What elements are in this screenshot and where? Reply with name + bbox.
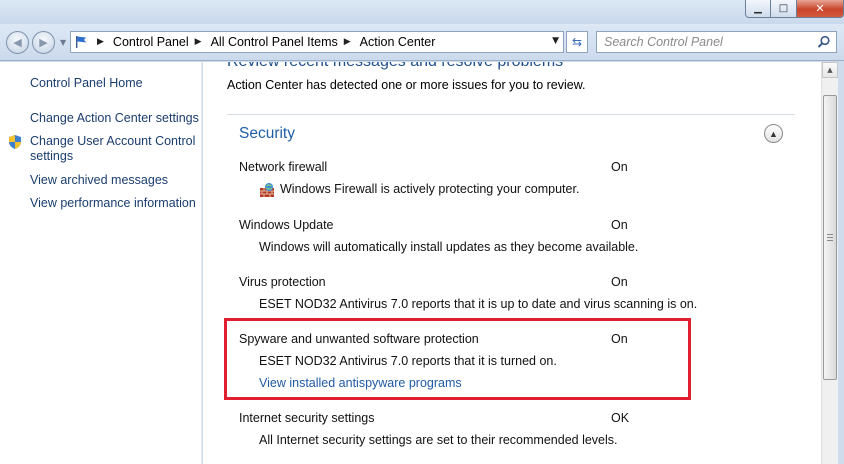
chevron-down-icon: ▼ — [60, 38, 67, 47]
item-windows-update-description: Windows will automatically install updat… — [259, 240, 639, 254]
item-internet-security-name: Internet security settings — [239, 411, 375, 425]
maximize-button[interactable]: □ — [771, 0, 797, 18]
address-bar[interactable]: ▶ Control Panel ▶ All Control Panel Item… — [70, 31, 564, 53]
firewall-icon — [259, 182, 275, 201]
chevron-up-icon: ▲ — [769, 128, 778, 139]
item-virus-protection-status: On — [611, 275, 628, 289]
back-button[interactable]: ◀ — [6, 31, 29, 54]
item-virus-protection-description: ESET NOD32 Antivirus 7.0 reports that it… — [259, 297, 698, 311]
minimize-button[interactable]: ▁ — [745, 0, 771, 18]
page-title: Review recent messages and resolve probl… — [227, 62, 563, 71]
security-section-title[interactable]: Security — [239, 125, 295, 143]
scroll-up-button[interactable]: ▲ — [822, 62, 838, 78]
sidebar: Control Panel Home Change Action Center … — [0, 62, 202, 464]
collapse-section-button[interactable]: ▲ — [764, 124, 783, 143]
scrollbar-thumb[interactable] — [823, 95, 837, 380]
item-windows-update-status: On — [611, 218, 628, 232]
item-windows-update-name: Windows Update — [239, 218, 334, 232]
address-dropdown-icon[interactable]: ▼ — [552, 36, 559, 46]
breadcrumb-separator[interactable]: ▶ — [97, 37, 104, 47]
sidebar-link-control-panel-home[interactable]: Control Panel Home — [30, 76, 143, 91]
item-internet-security-description: All Internet security settings are set t… — [259, 433, 618, 447]
breadcrumb-action-center[interactable]: Action Center — [360, 35, 436, 49]
window-title-bar: ▁ □ ✕ — [0, 0, 844, 24]
sidebar-link-view-archived-messages[interactable]: View archived messages — [30, 173, 168, 188]
breadcrumb-separator[interactable]: ▶ — [195, 37, 202, 47]
breadcrumb-separator[interactable]: ▶ — [344, 37, 351, 47]
sidebar-link-change-action-center-settings[interactable]: Change Action Center settings — [30, 111, 199, 126]
divider — [227, 114, 795, 115]
item-network-firewall-name: Network firewall — [239, 160, 328, 174]
control-panel-flag-icon — [71, 32, 91, 52]
back-arrow-icon: ◀ — [13, 36, 22, 49]
search-icon[interactable] — [817, 35, 831, 52]
breadcrumb-all-items[interactable]: All Control Panel Items — [211, 35, 338, 49]
search-input[interactable] — [604, 35, 804, 49]
main-content: Review recent messages and resolve probl… — [203, 62, 821, 464]
item-virus-protection-name: Virus protection — [239, 275, 326, 289]
breadcrumb-control-panel[interactable]: Control Panel — [113, 35, 189, 49]
refresh-icon: ⇆ — [571, 35, 583, 49]
window-frame — [838, 62, 844, 464]
close-button[interactable]: ✕ — [797, 0, 844, 18]
item-network-firewall-status: On — [611, 160, 628, 174]
scroll-up-arrow-icon: ▲ — [827, 66, 833, 74]
item-internet-security-status: OK — [611, 411, 630, 425]
uac-shield-icon — [7, 134, 23, 153]
sidebar-link-view-performance-information[interactable]: View performance information — [30, 196, 196, 211]
intro-text: Action Center has detected one or more i… — [227, 78, 586, 92]
recent-pages-dropdown[interactable]: ▼ — [60, 38, 66, 47]
search-box[interactable] — [596, 31, 837, 53]
scrollbar-grip-icon — [827, 234, 833, 241]
item-network-firewall-description: Windows Firewall is actively protecting … — [280, 182, 580, 196]
refresh-button[interactable]: ⇆ — [566, 31, 588, 53]
forward-button[interactable]: ▶ — [32, 31, 55, 54]
window-controls: ▁ □ ✕ — [745, 0, 844, 18]
vertical-scrollbar[interactable]: ▲ — [821, 62, 838, 464]
sidebar-link-change-uac-settings[interactable]: Change User Account Control settings — [30, 134, 200, 164]
highlight-box — [224, 318, 691, 400]
navigation-bar: ◀ ▶ ▼ ▶ Control Panel ▶ All Control Pane… — [0, 24, 844, 61]
forward-arrow-icon: ▶ — [39, 36, 48, 49]
